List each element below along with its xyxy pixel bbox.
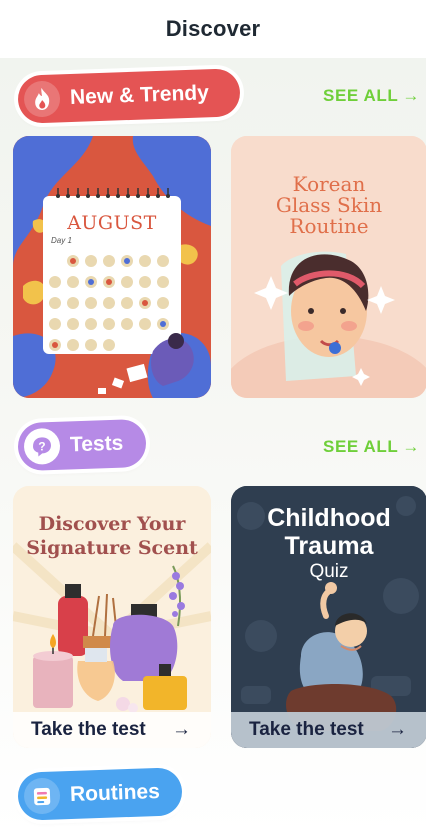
see-all-tests-button[interactable]: SEE ALL → (323, 437, 420, 457)
list-icon (23, 777, 61, 815)
arrow-right-icon: → (402, 86, 420, 105)
scent-card-title: Discover Your Signature Scent (13, 512, 211, 560)
trauma-title-line3: Quiz (309, 561, 349, 582)
flame-icon (23, 80, 61, 118)
scent-title-line2: Signature Scent (26, 537, 198, 559)
section-tests-label: Tests (69, 431, 124, 457)
see-all-label: SEE ALL (323, 86, 399, 105)
calendar-month: AUGUST (67, 212, 157, 234)
trendy-card-korean-glass-skin[interactable]: Korean Glass Skin Routine (231, 136, 426, 398)
arrow-right-icon: → (402, 437, 420, 456)
see-all-trendy-button[interactable]: SEE ALL → (323, 86, 420, 106)
calendar-day-label: Day 1 (51, 236, 72, 245)
section-new-trendy[interactable]: New & Trendy (17, 68, 241, 124)
trauma-title-line2: Trauma (284, 532, 374, 560)
trauma-title-line1: Childhood (267, 504, 391, 532)
section-new-trendy-label: New & Trendy (69, 81, 210, 110)
korean-title-line1: Korean (292, 172, 366, 196)
korean-title-line2: Glass Skin (275, 193, 383, 217)
take-test-label: Take the test (31, 719, 146, 740)
section-tests[interactable]: ? Tests (17, 418, 147, 472)
question-icon: ? (23, 427, 61, 466)
see-all-label: SEE ALL (323, 437, 399, 456)
korean-title-line3: Routine (289, 214, 369, 238)
trauma-card-title: Childhood Trauma Quiz (231, 504, 426, 584)
page-title: Discover (165, 16, 261, 41)
section-routines-label: Routines (69, 779, 161, 807)
korean-card-title: Korean Glass Skin Routine (231, 174, 426, 237)
take-test-label: Take the test (249, 719, 364, 740)
top-bar: Discover (0, 0, 426, 58)
trendy-card-august[interactable]: AUGUST Day 1 (13, 136, 211, 398)
svg-text:?: ? (38, 439, 46, 453)
scent-title-line1: Discover Your (38, 513, 186, 535)
test-card-childhood-trauma[interactable]: Childhood Trauma Quiz Take the test → (231, 486, 426, 748)
august-illustration (13, 136, 211, 398)
trauma-take-test-button[interactable]: Take the test → (231, 712, 426, 748)
section-routines[interactable]: Routines (17, 767, 183, 821)
arrow-right-icon: → (388, 719, 407, 740)
test-card-signature-scent[interactable]: Discover Your Signature Scent Take the t… (13, 486, 211, 748)
arrow-right-icon: → (172, 719, 191, 740)
discover-feed[interactable]: New & Trendy SEE ALL → AUGUST Day 1 Kore… (0, 58, 426, 836)
scent-take-test-button[interactable]: Take the test → (13, 712, 211, 748)
